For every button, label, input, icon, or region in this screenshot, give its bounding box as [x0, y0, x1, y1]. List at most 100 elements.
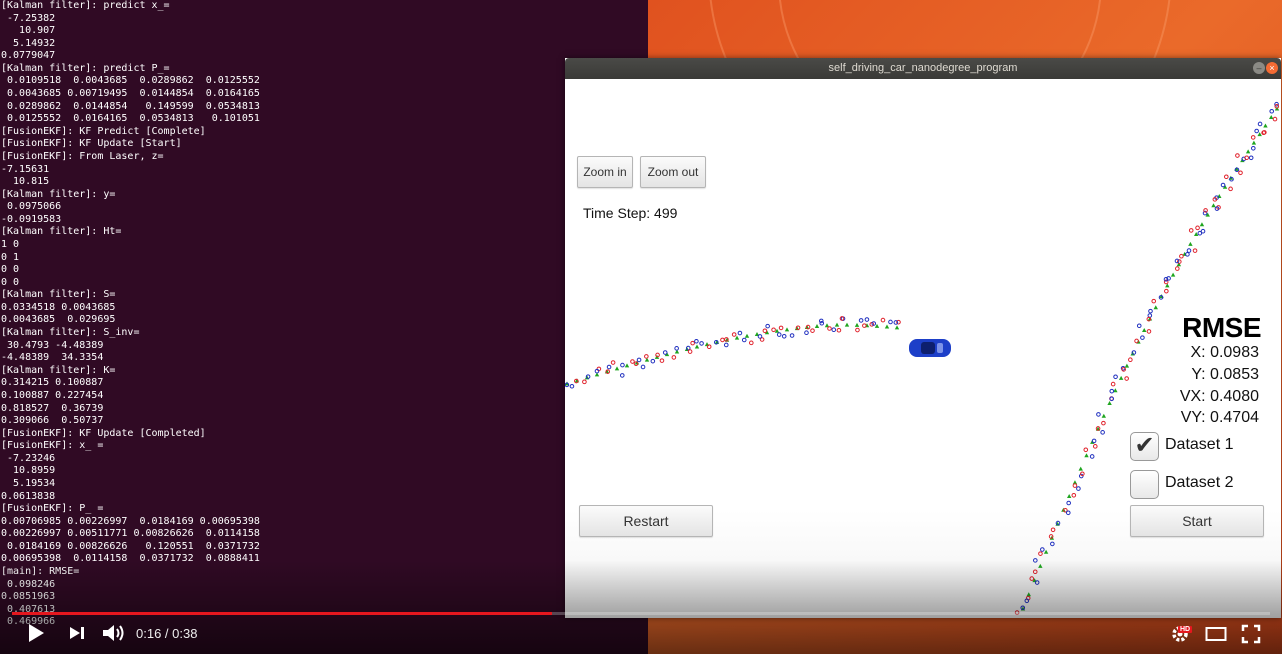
time-step-label: Time Step: 499	[583, 205, 678, 221]
radar-measurement	[606, 364, 612, 370]
radar-measurement	[1147, 313, 1153, 318]
dataset2-checkbox[interactable]	[1130, 470, 1159, 499]
radar-measurement	[741, 337, 747, 343]
dataset1-label: Dataset 1	[1165, 436, 1234, 453]
radar-measurement	[1136, 323, 1142, 329]
estimate-marker	[854, 322, 860, 327]
close-icon[interactable]: ×	[1266, 62, 1278, 74]
radar-measurement	[1109, 388, 1115, 394]
check-icon: ✔	[1134, 432, 1155, 459]
laser-measurement	[862, 323, 867, 328]
radar-measurement	[674, 346, 679, 351]
estimate-marker	[894, 325, 900, 330]
radar-measurement	[1076, 486, 1081, 491]
estimate-marker	[844, 322, 850, 327]
laser-measurement	[671, 355, 677, 360]
laser-measurement	[1250, 135, 1256, 140]
rmse-vy: VY: 0.4704	[1180, 409, 1259, 426]
progress-bar[interactable]	[12, 612, 1270, 615]
estimate-marker	[1153, 305, 1158, 310]
rmse-title: RMSE	[1182, 312, 1261, 343]
radar-measurement	[636, 357, 642, 363]
theater-icon[interactable]	[1205, 626, 1227, 642]
laser-measurement	[1224, 174, 1229, 180]
laser-measurement	[810, 328, 815, 333]
radar-measurement	[1148, 308, 1153, 314]
laser-measurement	[1175, 266, 1180, 271]
laser-measurement	[1083, 447, 1089, 453]
estimate-marker	[1084, 453, 1089, 458]
radar-measurement	[723, 342, 729, 348]
window-titlebar[interactable]: self_driving_car_nanodegree_program – ×	[565, 58, 1281, 79]
radar-measurement	[765, 323, 770, 329]
radar-measurement	[1186, 248, 1192, 253]
laser-measurement	[1238, 170, 1243, 176]
simulator-window: self_driving_car_nanodegree_program – × …	[565, 58, 1281, 618]
estimate-marker	[1188, 241, 1193, 246]
radar-measurement	[699, 341, 704, 346]
radar-measurement	[1091, 438, 1097, 444]
radar-measurement	[831, 327, 837, 333]
fullscreen-icon[interactable]	[1241, 624, 1261, 644]
laser-measurement	[731, 332, 737, 337]
play-icon[interactable]	[26, 622, 46, 644]
estimate-marker	[694, 344, 700, 349]
progress-fill	[12, 612, 552, 615]
radar-measurement	[1140, 335, 1145, 340]
laser-measurement	[582, 379, 587, 385]
radar-measurement	[864, 317, 870, 322]
radar-measurement	[757, 334, 763, 339]
laser-measurement	[1101, 420, 1106, 426]
terminal-window[interactable]: [Kalman filter]: predict x_= -7.25382 10…	[0, 0, 648, 654]
dataset2-label: Dataset 2	[1165, 474, 1234, 491]
radar-measurement	[1100, 430, 1105, 435]
estimate-marker	[1101, 413, 1107, 418]
restart-button[interactable]: Restart	[579, 505, 713, 537]
volume-icon[interactable]	[100, 622, 126, 644]
radar-measurement	[1257, 121, 1263, 127]
next-icon[interactable]	[68, 625, 86, 641]
laser-measurement	[1179, 253, 1184, 259]
radar-measurement	[1254, 128, 1259, 134]
estimate-marker	[1269, 115, 1274, 120]
zoom-out-button[interactable]: Zoom out	[640, 156, 706, 188]
radar-measurement	[619, 373, 625, 378]
laser-measurement	[771, 327, 776, 333]
laser-measurement	[1188, 228, 1194, 233]
estimate-marker	[884, 324, 890, 329]
estimate-marker	[1211, 203, 1216, 208]
radar-measurement	[1174, 258, 1180, 264]
radar-measurement	[789, 333, 795, 338]
laser-measurement	[1192, 248, 1198, 253]
laser-measurement	[1128, 357, 1133, 363]
radar-measurement	[1040, 547, 1045, 552]
estimate-marker	[1251, 140, 1257, 145]
radar-measurement	[1065, 510, 1071, 516]
zoom-in-button[interactable]: Zoom in	[577, 156, 633, 188]
estimate-marker	[1170, 272, 1176, 277]
radar-measurement	[781, 333, 787, 339]
rmse-y: Y: 0.0853	[1191, 366, 1259, 383]
laser-measurement	[1072, 483, 1078, 488]
laser-measurement	[1151, 298, 1157, 304]
laser-measurement	[1050, 527, 1056, 533]
radar-measurement	[1248, 155, 1254, 161]
start-button[interactable]: Start	[1130, 505, 1264, 537]
estimate-marker	[814, 324, 820, 329]
radar-measurement	[1050, 541, 1055, 547]
laser-measurement	[762, 328, 768, 334]
radar-measurement	[694, 338, 699, 344]
estimate-marker	[1263, 123, 1268, 128]
radar-measurement	[569, 383, 575, 389]
laser-measurement	[1235, 153, 1240, 158]
laser-measurement	[630, 359, 635, 364]
minimize-icon[interactable]: –	[1253, 62, 1265, 74]
laser-measurement	[880, 317, 886, 323]
dataset1-checkbox[interactable]: ✔	[1130, 432, 1159, 461]
laser-measurement	[778, 325, 784, 331]
laser-measurement	[836, 327, 842, 333]
radar-measurement	[1185, 252, 1190, 257]
radar-measurement	[620, 362, 625, 368]
laser-measurement	[687, 349, 693, 354]
laser-measurement	[1110, 381, 1116, 387]
